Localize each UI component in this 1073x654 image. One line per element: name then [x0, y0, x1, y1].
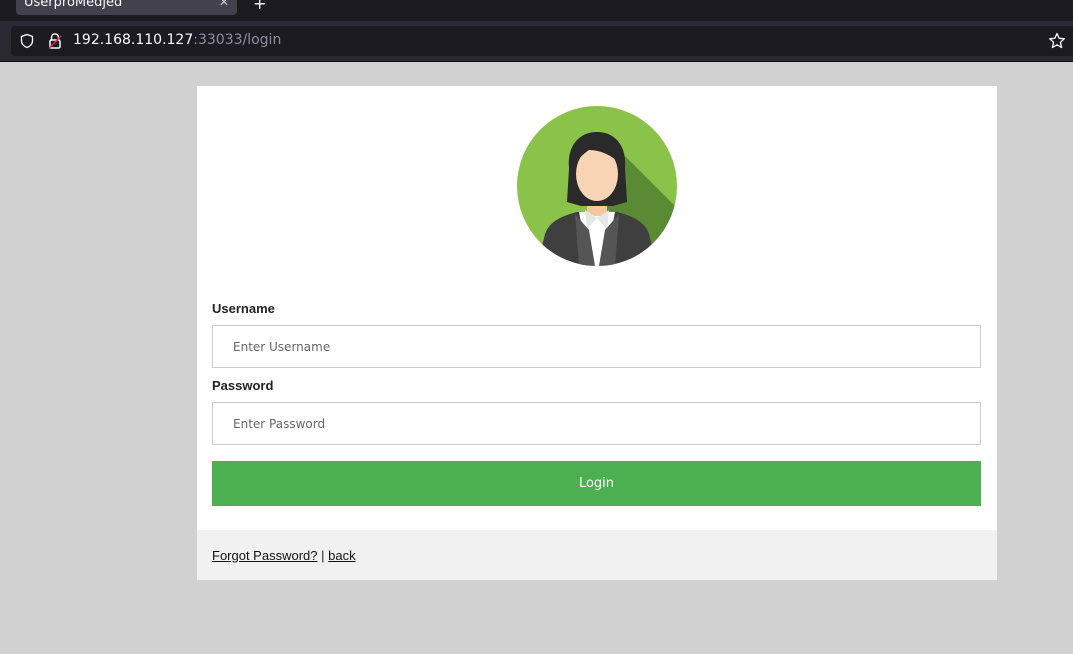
avatar-icon [517, 106, 677, 266]
new-tab-icon[interactable]: + [253, 0, 266, 13]
url-text[interactable]: 192.168.110.127:33033/login [73, 32, 281, 48]
bookmark-star-icon[interactable] [1048, 32, 1066, 50]
lock-icon[interactable] [47, 32, 63, 50]
close-tab-icon[interactable]: ✕ [219, 0, 229, 13]
login-card: Username Password Login Forgot Password?… [197, 86, 997, 580]
forgot-password-link[interactable]: Forgot Password? [212, 548, 318, 563]
browser-tab[interactable]: UserproMedjed ✕ [16, 0, 237, 15]
login-button[interactable]: Login [212, 461, 981, 506]
url-path: :33033/login [193, 32, 282, 48]
password-input[interactable] [212, 402, 981, 445]
tab-bar: UserproMedjed ✕ + [0, 0, 1073, 21]
back-link[interactable]: back [328, 548, 355, 563]
tab-title: UserproMedjed [24, 0, 123, 10]
username-label: Username [212, 301, 275, 316]
card-footer: Forgot Password? | back [197, 530, 997, 580]
shield-icon[interactable] [19, 33, 35, 49]
url-host: 192.168.110.127 [73, 32, 194, 48]
password-label: Password [212, 378, 274, 393]
username-input[interactable] [212, 325, 981, 368]
footer-separator: | [321, 548, 325, 563]
